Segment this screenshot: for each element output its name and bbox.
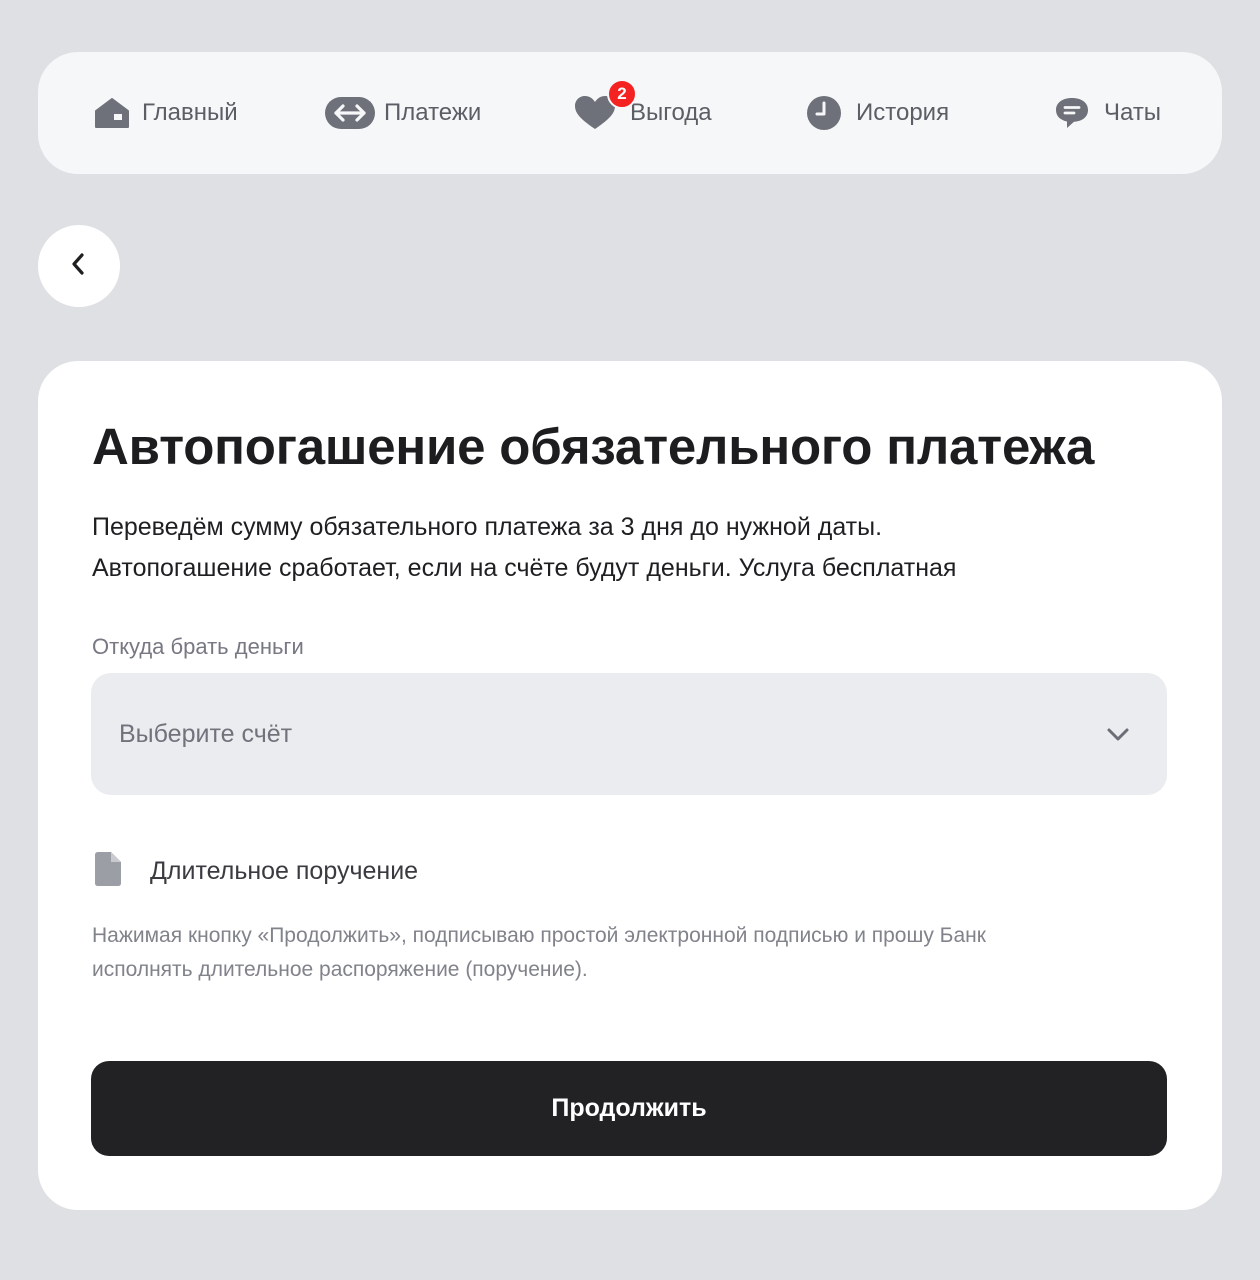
disclaimer-line: Нажимая кнопку «Продолжить», подписываю … xyxy=(92,924,986,947)
back-button[interactable] xyxy=(38,225,120,307)
nav-item-history[interactable]: История xyxy=(806,52,949,174)
standing-order-label: Длительное поручение xyxy=(150,856,419,885)
nav-label-chats: Чаты xyxy=(1104,99,1162,126)
nav-label-home: Главный xyxy=(142,99,238,126)
chat-bubble-icon xyxy=(1054,96,1090,130)
nav-item-benefits[interactable]: 2 Выгода xyxy=(574,52,712,174)
chevron-down-icon xyxy=(1105,721,1131,752)
top-navigation: Главный Платежи 2 Выгода История Чаты xyxy=(38,52,1222,174)
signature-disclaimer: Нажимая кнопку «Продолжить», подписываю … xyxy=(92,919,1172,987)
account-field-label: Откуда брать деньги xyxy=(92,634,304,659)
transfer-arrows-icon xyxy=(324,96,376,130)
account-select-placeholder: Выберите счёт xyxy=(119,720,293,748)
heart-icon: 2 xyxy=(574,79,637,131)
disclaimer-line: исполнять длительное распоряжение (поруч… xyxy=(92,958,588,981)
nav-item-payments[interactable]: Платежи xyxy=(324,52,481,174)
nav-label-benefits: Выгода xyxy=(630,99,712,126)
notification-badge: 2 xyxy=(607,79,637,109)
description: Переведём сумму обязательного платежа за… xyxy=(92,507,1172,589)
nav-item-home[interactable]: Главный xyxy=(94,52,238,174)
home-icon xyxy=(94,97,130,129)
clock-icon xyxy=(806,95,842,131)
description-line: Переведём сумму обязательного платежа за… xyxy=(92,513,883,541)
account-select[interactable]: Выберите счёт xyxy=(91,673,1167,795)
page-title: Автопогашение обязательного платежа xyxy=(92,418,1095,475)
nav-label-history: История xyxy=(856,99,950,126)
description-line: Автопогашение сработает, если на счёте б… xyxy=(92,554,957,582)
nav-item-chats[interactable]: Чаты xyxy=(1054,52,1161,174)
continue-button[interactable]: Продолжить xyxy=(91,1061,1167,1156)
chevron-left-icon xyxy=(69,251,89,282)
autopay-form-card: Автопогашение обязательного платежа Пере… xyxy=(38,361,1222,1210)
nav-label-payments: Платежи xyxy=(384,99,482,126)
standing-order-link[interactable]: Длительное поручение xyxy=(92,849,418,893)
document-icon xyxy=(92,851,124,892)
